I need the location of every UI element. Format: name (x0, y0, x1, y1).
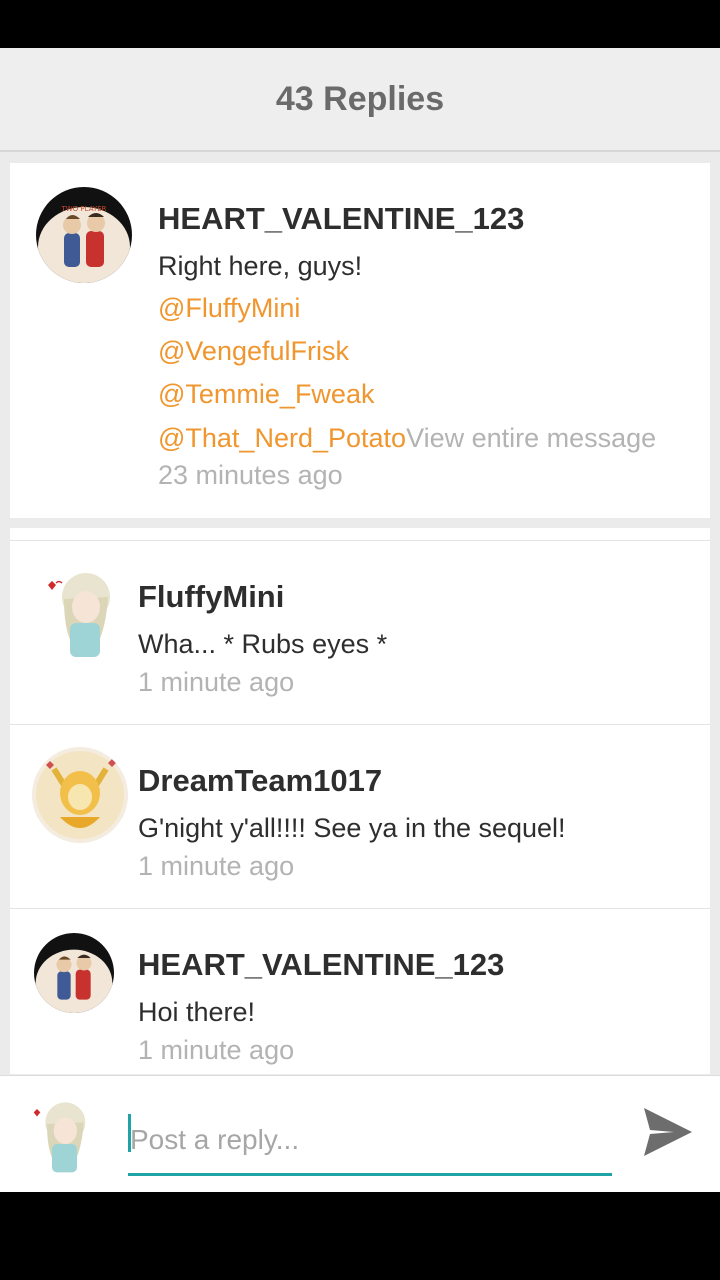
avatar-fluffymini-icon (34, 563, 130, 659)
reply-text: Wha... * Rubs eyes * (138, 629, 388, 659)
last-mention-line: @That_Nerd_PotatoView entire message (158, 423, 656, 454)
mention-link[interactable]: @That_Nerd_Potato (158, 423, 406, 453)
post-timestamp: 23 minutes ago (158, 460, 343, 490)
app-header: 43 Replies (0, 48, 720, 152)
svg-text:TWO PLAYER: TWO PLAYER (60, 205, 106, 213)
reply-username[interactable]: FluffyMini (138, 579, 284, 615)
list-item[interactable]: DreamTeam1017 G'night y'all!!!! See ya i… (10, 724, 710, 908)
avatar[interactable] (34, 933, 114, 1013)
list-item[interactable]: HEART_VALENTINE_123 Hoi there! 1 minute … (10, 908, 710, 1074)
reply-timestamp: 1 minute ago (138, 851, 295, 881)
main-post-card: TWO PLAYER HEART_VALENTINE_123 Right her… (10, 163, 710, 518)
reply-username[interactable]: DreamTeam1017 (138, 763, 382, 799)
mention-link[interactable]: @FluffyMini (158, 293, 300, 324)
list-item[interactable]: FluffyMini Wha... * Rubs eyes * 1 minute… (10, 540, 710, 724)
avatar[interactable]: TWO PLAYER (36, 187, 132, 283)
page-title: 43 Replies (275, 79, 445, 118)
reply-timestamp: 1 minute ago (138, 1035, 295, 1065)
navigation-bar (0, 1192, 720, 1280)
replies-list[interactable]: FluffyMini Wha... * Rubs eyes * 1 minute… (10, 528, 710, 1074)
reply-text: Hoi there! (138, 997, 256, 1027)
avatar-heart-valentine-icon (34, 933, 114, 1013)
mention-link[interactable]: @Temmie_Fweak (158, 379, 374, 410)
reply-username[interactable]: HEART_VALENTINE_123 (138, 947, 504, 983)
reply-text: G'night y'all!!!! See ya in the sequel! (138, 813, 566, 843)
avatar-fluffymini-icon (22, 1094, 102, 1174)
avatar[interactable] (32, 747, 128, 843)
avatar[interactable] (22, 1092, 102, 1176)
reply-input[interactable] (128, 1106, 612, 1176)
post-username[interactable]: HEART_VALENTINE_123 (158, 201, 524, 237)
send-icon (644, 1108, 692, 1156)
avatar-heart-valentine-icon: TWO PLAYER (36, 187, 132, 283)
text-caret (128, 1114, 131, 1152)
view-entire-message-link[interactable]: View entire message (406, 423, 656, 453)
post-text: Right here, guys! (158, 251, 363, 281)
reply-composer (0, 1075, 720, 1192)
mention-link[interactable]: @VengefulFrisk (158, 336, 349, 367)
avatar[interactable] (34, 563, 130, 659)
reply-timestamp: 1 minute ago (138, 667, 295, 697)
avatar-dreamteam-icon (32, 747, 128, 843)
send-button[interactable] (640, 1104, 696, 1160)
status-bar (0, 0, 720, 48)
